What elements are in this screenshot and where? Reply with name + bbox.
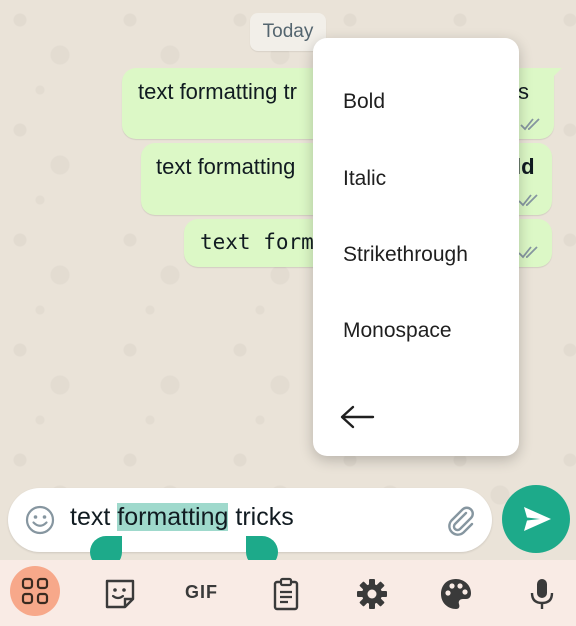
message-text: text formatting tr (138, 79, 297, 104)
send-icon (524, 507, 551, 531)
apps-grid-icon (21, 577, 49, 605)
input-text-after: tricks (228, 503, 294, 531)
palette-icon[interactable] (436, 574, 476, 614)
microphone-icon[interactable] (522, 574, 562, 614)
text-format-menu: Bold Italic Strikethrough Monospace (313, 38, 519, 456)
input-text-before: text (70, 503, 118, 531)
message-text: text formatting (156, 154, 296, 179)
message-text: text forma (200, 230, 327, 254)
double-check-icon (518, 194, 538, 207)
clipboard-icon[interactable] (266, 574, 306, 614)
gif-button[interactable]: GIF (185, 582, 218, 603)
arrow-left-icon[interactable] (337, 402, 377, 432)
double-check-icon (520, 118, 540, 131)
paperclip-icon[interactable] (444, 504, 478, 538)
menu-item-strikethrough[interactable]: Strikethrough (343, 243, 468, 267)
apps-grid-button[interactable] (10, 566, 60, 616)
emoji-icon[interactable] (24, 504, 56, 536)
input-text-selection[interactable]: formatting (117, 503, 229, 531)
keyboard-toolbar: GIF (0, 560, 576, 626)
sticker-icon[interactable] (100, 574, 140, 614)
menu-item-italic[interactable]: Italic (343, 167, 386, 191)
message-text-trailing: s (518, 79, 529, 104)
double-check-icon (518, 246, 538, 259)
send-button[interactable] (502, 485, 570, 553)
bubble-tail (548, 68, 562, 82)
menu-item-monospace[interactable]: Monospace (343, 319, 452, 343)
settings-gear-icon[interactable] (352, 574, 392, 614)
menu-item-bold[interactable]: Bold (343, 90, 385, 114)
message-input[interactable]: text formatting tricks (70, 503, 294, 532)
